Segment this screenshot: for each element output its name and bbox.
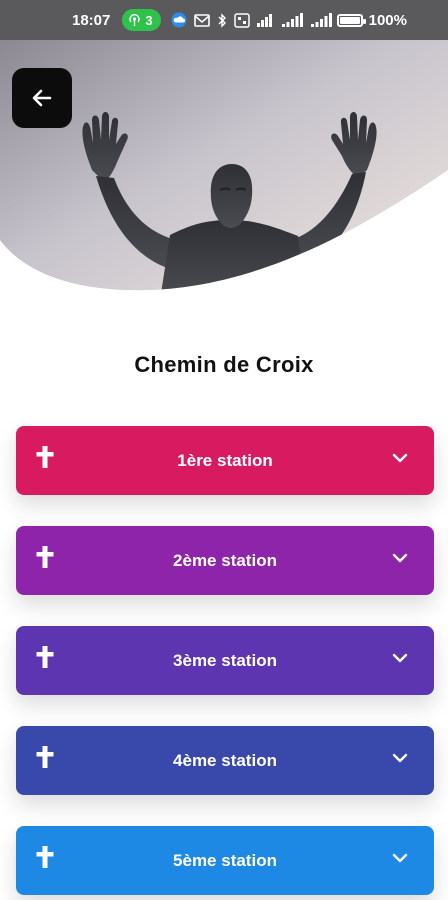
battery-indicator: 100%	[336, 11, 407, 29]
chevron-down-icon[interactable]	[392, 753, 408, 763]
station-label: 3ème station	[173, 650, 277, 670]
cloud-icon	[171, 12, 187, 28]
bluetooth-icon	[218, 12, 226, 28]
station-label: 5ème station	[173, 850, 277, 870]
station-label: 1ère station	[177, 450, 273, 470]
page-title: Chemin de Croix	[134, 352, 314, 377]
data-signal-icon	[256, 14, 272, 27]
cross-icon	[36, 746, 54, 768]
station-item-3[interactable]: 3ème station	[16, 626, 434, 695]
hotspot-count: 3	[145, 12, 153, 28]
cross-icon	[36, 646, 54, 668]
cross-icon	[36, 546, 54, 568]
cross-icon	[36, 846, 54, 868]
back-button[interactable]	[12, 68, 72, 128]
mail-icon	[193, 13, 210, 27]
chevron-down-icon[interactable]	[392, 853, 408, 863]
station-item-5[interactable]: 5ème station	[16, 826, 434, 895]
station-label: 2ème station	[173, 550, 277, 570]
station-item-2[interactable]: 2ème station	[16, 526, 434, 595]
chevron-down-icon[interactable]	[392, 553, 408, 563]
cross-icon	[36, 446, 54, 468]
status-icons	[171, 12, 333, 28]
station-item-1[interactable]: 1ère station	[16, 426, 434, 495]
cell-signal-icon	[281, 13, 303, 27]
cell-signal-2-icon	[310, 13, 332, 27]
hotspot-badge: 3	[122, 9, 161, 31]
station-item-4[interactable]: 4ème station	[16, 726, 434, 795]
status-bar: 18:07 3 100%	[0, 0, 448, 40]
hotspot-icon	[129, 13, 141, 26]
chevron-down-icon[interactable]	[392, 453, 408, 463]
arrow-left-icon	[32, 89, 52, 107]
battery-percent: 100%	[368, 11, 407, 29]
battery-icon	[336, 13, 366, 27]
stations-list: 1ère station 2ème station 3ème station 4…	[16, 426, 434, 900]
station-label: 4ème station	[173, 750, 277, 770]
chevron-down-icon[interactable]	[392, 653, 408, 663]
status-time: 18:07	[72, 11, 111, 29]
nfc-icon	[233, 12, 250, 28]
battery-fill	[339, 16, 360, 24]
